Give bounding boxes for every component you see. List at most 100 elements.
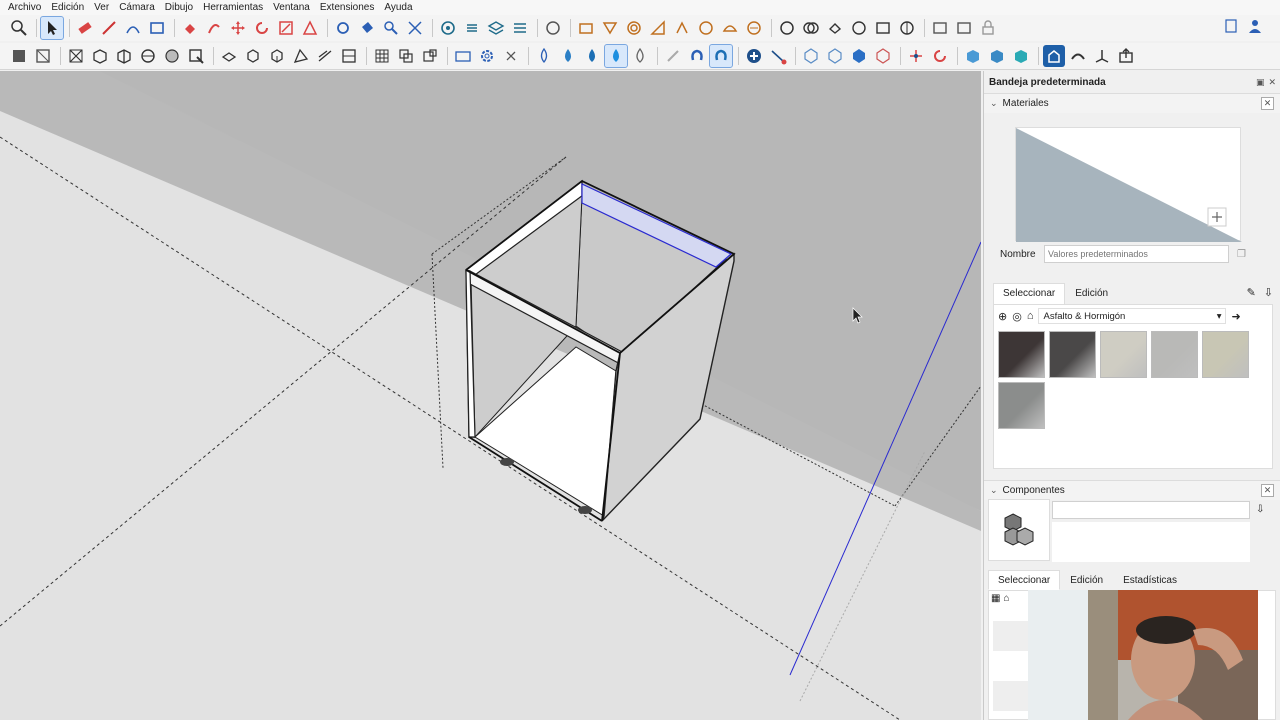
model-viewport[interactable]	[0, 71, 981, 720]
material-swatch[interactable]	[1100, 331, 1147, 378]
tab-select[interactable]: Seleccionar	[993, 283, 1066, 305]
hex-outline-alt-icon[interactable]	[824, 45, 846, 67]
paint-bucket-icon[interactable]	[356, 17, 378, 39]
material-swatch[interactable]	[1049, 331, 1096, 378]
right-view-icon[interactable]	[290, 45, 312, 67]
zoom-extents-icon[interactable]	[404, 17, 426, 39]
tape-measure-icon[interactable]	[332, 17, 354, 39]
display-section-icon[interactable]	[953, 17, 975, 39]
arc-icon[interactable]	[122, 17, 144, 39]
solid-trim-icon[interactable]	[848, 17, 870, 39]
pan-icon[interactable]	[461, 17, 483, 39]
magnet-active-icon[interactable]	[709, 44, 733, 68]
close-x-icon[interactable]	[500, 45, 522, 67]
push-pull-icon[interactable]	[179, 17, 201, 39]
left-view-icon[interactable]	[338, 45, 360, 67]
water-drop-icon[interactable]	[557, 45, 579, 67]
components-icon[interactable]	[8, 45, 30, 67]
wireframe-icon[interactable]	[113, 45, 135, 67]
hidden-line-icon[interactable]	[137, 45, 159, 67]
hex-outline-icon[interactable]	[800, 45, 822, 67]
layers-icon[interactable]	[485, 17, 507, 39]
magnet-icon[interactable]	[686, 45, 708, 67]
solid-subtract-icon[interactable]	[824, 17, 846, 39]
details-arrow-icon[interactable]: ➜	[1231, 310, 1240, 323]
solid-intersect-icon[interactable]	[800, 17, 822, 39]
solid-split-icon[interactable]	[872, 17, 894, 39]
export-material-icon[interactable]: ⇩	[1264, 286, 1273, 305]
tray-close-icon[interactable]: ✕	[1268, 77, 1276, 88]
eraser-icon[interactable]	[74, 17, 96, 39]
component-export-icon[interactable]: ⇩	[1256, 504, 1264, 515]
iso-view-icon[interactable]	[218, 45, 240, 67]
lock-icon[interactable]	[977, 17, 999, 39]
select-arrow-icon[interactable]	[40, 16, 64, 40]
zoom-icon[interactable]	[8, 17, 30, 39]
smoove-icon[interactable]	[671, 17, 693, 39]
section-plane-icon[interactable]	[929, 17, 951, 39]
front-view-icon[interactable]	[266, 45, 288, 67]
export-icon[interactable]	[1115, 45, 1137, 67]
ocl-icon[interactable]	[1043, 45, 1065, 67]
scale-icon[interactable]	[275, 17, 297, 39]
shaded-icon[interactable]	[161, 45, 183, 67]
component-name-input[interactable]	[1052, 501, 1250, 519]
material-swatch[interactable]	[1151, 331, 1198, 378]
menu-item[interactable]: Archivo	[8, 2, 41, 13]
menu-item[interactable]: Cámara	[119, 2, 155, 13]
shaded-textures-icon[interactable]	[185, 45, 207, 67]
user-icon[interactable]	[1248, 19, 1262, 36]
orbit-icon[interactable]	[437, 17, 459, 39]
home-icon[interactable]: ⌂	[1027, 310, 1034, 322]
weld-icon[interactable]	[1067, 45, 1089, 67]
solid-union-icon[interactable]	[776, 17, 798, 39]
menu-item[interactable]: Extensiones	[320, 2, 374, 13]
rotate-vertex-icon[interactable]	[929, 45, 951, 67]
home-icon[interactable]: ⌂	[1003, 593, 1009, 604]
rectangle-icon[interactable]	[146, 17, 168, 39]
hex-red-icon[interactable]	[872, 45, 894, 67]
tab-edit[interactable]: Edición	[1065, 283, 1118, 305]
water-drop-active-icon[interactable]	[604, 44, 628, 68]
contour-icon[interactable]	[743, 17, 765, 39]
circle-target-icon[interactable]	[623, 17, 645, 39]
add-circle-icon[interactable]	[743, 45, 765, 67]
tab-components-edit[interactable]: Edición	[1060, 570, 1113, 590]
view-options-icon[interactable]: ▦	[991, 593, 1000, 604]
component-thumb[interactable]	[993, 621, 1029, 651]
close-icon[interactable]: ✕	[1261, 97, 1274, 110]
menu-item[interactable]: Ayuda	[384, 2, 412, 13]
vertex-icon[interactable]	[905, 45, 927, 67]
grid-icon[interactable]	[371, 45, 393, 67]
cube-blue-alt-icon[interactable]	[986, 45, 1008, 67]
move-icon[interactable]	[227, 17, 249, 39]
tab-components-select[interactable]: Seleccionar	[988, 570, 1061, 590]
stamp-icon[interactable]	[647, 17, 669, 39]
back-view-icon[interactable]	[314, 45, 336, 67]
tags-icon[interactable]	[509, 17, 531, 39]
pencil-icon[interactable]	[98, 17, 120, 39]
eyedropper-icon[interactable]: ✎	[1247, 286, 1256, 305]
back-edges-icon[interactable]	[89, 45, 111, 67]
library-select[interactable]: Asfalto & Hormigón ▾	[1038, 308, 1227, 324]
styles-icon[interactable]	[32, 45, 54, 67]
menu-item[interactable]: Edición	[51, 2, 84, 13]
flip-edge-icon[interactable]	[695, 17, 717, 39]
axes-icon[interactable]	[1091, 45, 1113, 67]
material-swatch[interactable]	[998, 382, 1045, 429]
settings-icon[interactable]	[476, 45, 498, 67]
outer-shell-icon[interactable]	[896, 17, 918, 39]
add-material-icon[interactable]: ⊕	[998, 310, 1007, 323]
components-panel-header[interactable]: ⌄ Componentes ✕	[984, 480, 1280, 500]
camera-icon[interactable]	[452, 45, 474, 67]
add-detail-icon[interactable]	[719, 17, 741, 39]
offset-icon[interactable]	[299, 17, 321, 39]
chevron-down-icon[interactable]: ⌄	[990, 98, 998, 109]
top-view-icon[interactable]	[242, 45, 264, 67]
follow-me-icon[interactable]	[203, 17, 225, 39]
component-thumb[interactable]	[993, 681, 1029, 711]
material-swatch[interactable]	[1202, 331, 1249, 378]
pin-icon[interactable]: ▣	[1256, 77, 1265, 88]
cube-blue-icon[interactable]	[962, 45, 984, 67]
cube-teal-icon[interactable]	[1010, 45, 1032, 67]
